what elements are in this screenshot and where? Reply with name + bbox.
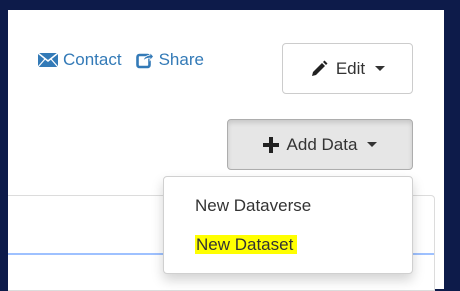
contact-label: Contact: [63, 50, 122, 69]
share-link[interactable]: Share: [135, 50, 204, 70]
menu-item-label-highlighted: New Dataset: [195, 235, 298, 254]
add-data-button-label: Add Data: [286, 134, 358, 154]
chevron-down-icon: [367, 142, 378, 147]
menu-item-new-dataset[interactable]: New Dataset: [195, 235, 298, 255]
contact-link[interactable]: Contact: [38, 50, 122, 70]
edit-button[interactable]: Edit: [282, 43, 413, 94]
add-data-button[interactable]: Add Data: [227, 119, 413, 170]
menu-item-new-dataverse[interactable]: New Dataverse: [195, 196, 311, 216]
envelope-icon: [38, 53, 58, 67]
plus-icon: [262, 136, 279, 153]
pencil-icon: [310, 60, 328, 78]
share-label: Share: [158, 50, 204, 69]
edit-button-label: Edit: [335, 58, 366, 78]
share-icon: [135, 51, 154, 69]
menu-item-label: New Dataverse: [195, 196, 312, 215]
add-data-dropdown-menu: New Dataverse New Dataset: [163, 176, 413, 274]
header-links: Contact Share: [38, 50, 204, 70]
chevron-down-icon: [375, 66, 386, 71]
